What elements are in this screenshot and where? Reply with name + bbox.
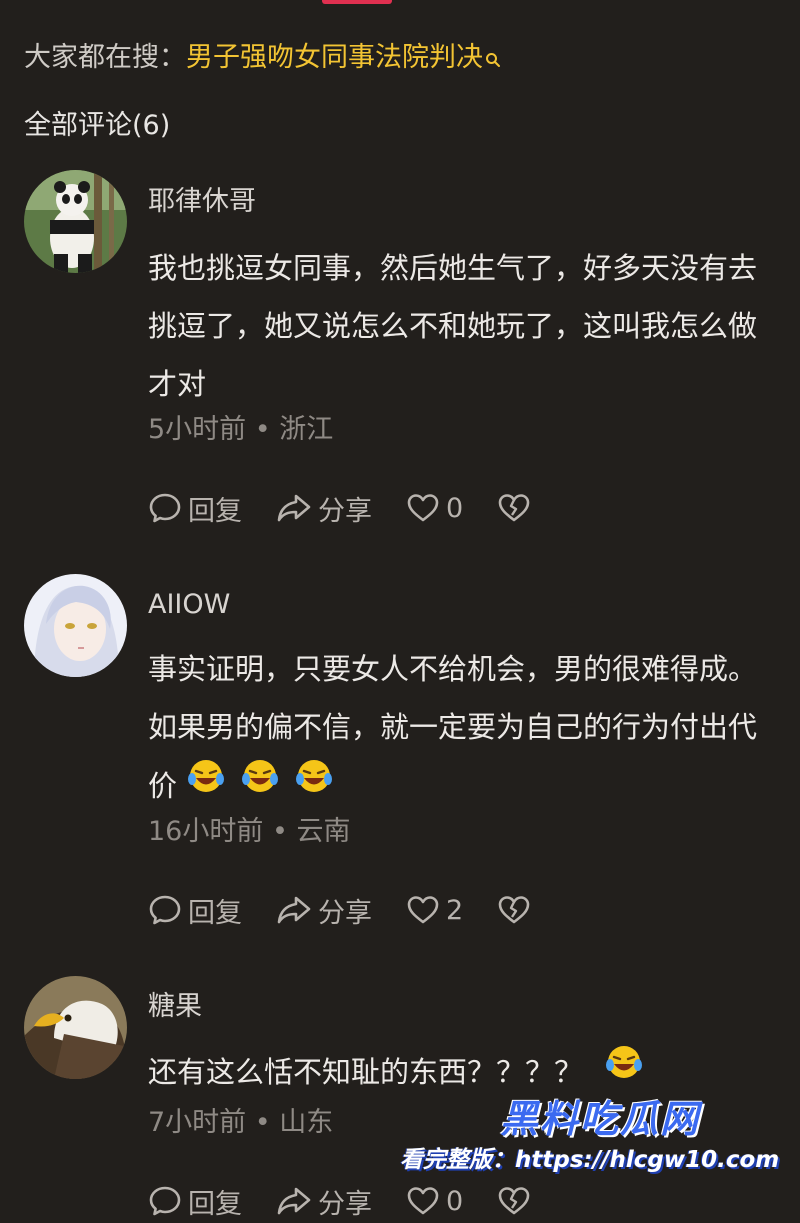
comment-location: 浙江 (279, 414, 334, 445)
dislike-button[interactable] (497, 893, 537, 927)
reply-icon (149, 1186, 181, 1216)
like-button[interactable]: 2 (406, 893, 463, 927)
share-button[interactable]: 分享 (276, 1182, 372, 1221)
heart-icon (407, 896, 439, 924)
comment-username[interactable]: 耶律休哥 (148, 184, 256, 220)
comment-time: 5小时前 (148, 414, 247, 445)
search-suggestion[interactable]: 大家都在搜：男子强吻女同事法院判决 (24, 36, 501, 82)
comment-time: 7小时前 (148, 1107, 247, 1138)
comment-text-content: 还有这么恬不知耻的东西？？？？ (148, 1055, 584, 1089)
comments-page: 大家都在搜：男子强吻女同事法院判决 全部评论(6) 耶律休哥 我也挑逗女同事，然… (0, 0, 800, 1223)
watermark: 黑料吃瓜网 看完整版：https://hlcgw10.com (400, 1088, 792, 1208)
broken-heart-icon (498, 896, 530, 924)
search-term-link[interactable]: 男子强吻女同事法院判决 (186, 42, 483, 73)
search-prefix-label: 大家都在搜： (24, 42, 186, 73)
watermark-url: 看完整版：https://hlcgw10.com (400, 1147, 780, 1173)
comment-text: 事实证明，只要女人不给机会，男的很难得成。如果男的偏不信，就一定要为自己的行为付… (148, 640, 778, 820)
like-count: 2 (446, 894, 464, 926)
watermark-title: 黑料吃瓜网 (500, 1097, 701, 1141)
comment-location: 云南 (296, 816, 351, 847)
reply-button[interactable]: 回复 (148, 1182, 242, 1221)
heart-icon (407, 494, 439, 522)
reply-button[interactable]: 回复 (148, 891, 242, 930)
share-button[interactable]: 分享 (276, 891, 372, 930)
share-button[interactable]: 分享 (276, 489, 372, 528)
comment-username[interactable]: AIIOW (148, 587, 230, 623)
laughing-tears-emoji (187, 756, 225, 814)
top-tab-indicator (322, 0, 392, 4)
meta-separator: • (246, 414, 280, 445)
avatar[interactable] (24, 976, 127, 1079)
reply-button[interactable]: 回复 (148, 489, 242, 528)
meta-separator: • (263, 816, 297, 847)
laughing-tears-emoji (241, 756, 279, 814)
comment-actions: 回复 分享 2 (148, 890, 571, 930)
comment-meta: 7小时前 • 山东 (148, 1105, 333, 1141)
share-label: 分享 (318, 495, 372, 527)
share-icon (277, 494, 311, 522)
dislike-button[interactable] (497, 491, 537, 525)
reply-label: 回复 (188, 495, 242, 527)
comment-text-content: 事实证明，只要女人不给机会，男的很难得成。如果男的偏不信，就一定要为自己的行为付… (148, 652, 758, 803)
like-button[interactable]: 0 (406, 491, 463, 525)
reply-icon (149, 895, 181, 925)
comment-text: 我也挑逗女同事，然后她生气了，好多天没有去挑逗了，她又说怎么不和她玩了，这叫我怎… (148, 251, 758, 401)
laughing-tears-emoji (295, 756, 333, 814)
share-label: 分享 (318, 897, 372, 929)
meta-separator: • (246, 1107, 280, 1138)
comment-meta: 16小时前 • 云南 (148, 814, 350, 850)
comment-location: 山东 (279, 1107, 334, 1138)
avatar[interactable] (24, 574, 127, 677)
reply-label: 回复 (188, 897, 242, 929)
broken-heart-icon (498, 494, 530, 522)
comments-count-title: 全部评论(6) (24, 110, 171, 141)
comment-meta: 5小时前 • 浙江 (148, 412, 333, 448)
reply-icon (149, 493, 181, 523)
search-icon[interactable] (485, 38, 501, 82)
share-icon (277, 1187, 311, 1215)
comment-username[interactable]: 糖果 (148, 989, 202, 1025)
comment-actions: 回复 分享 0 (148, 488, 571, 528)
comment-time: 16小时前 (148, 816, 264, 847)
reply-label: 回复 (188, 1188, 242, 1220)
share-icon (277, 896, 311, 924)
share-label: 分享 (318, 1188, 372, 1220)
like-count: 0 (446, 492, 464, 524)
avatar[interactable] (24, 170, 127, 273)
